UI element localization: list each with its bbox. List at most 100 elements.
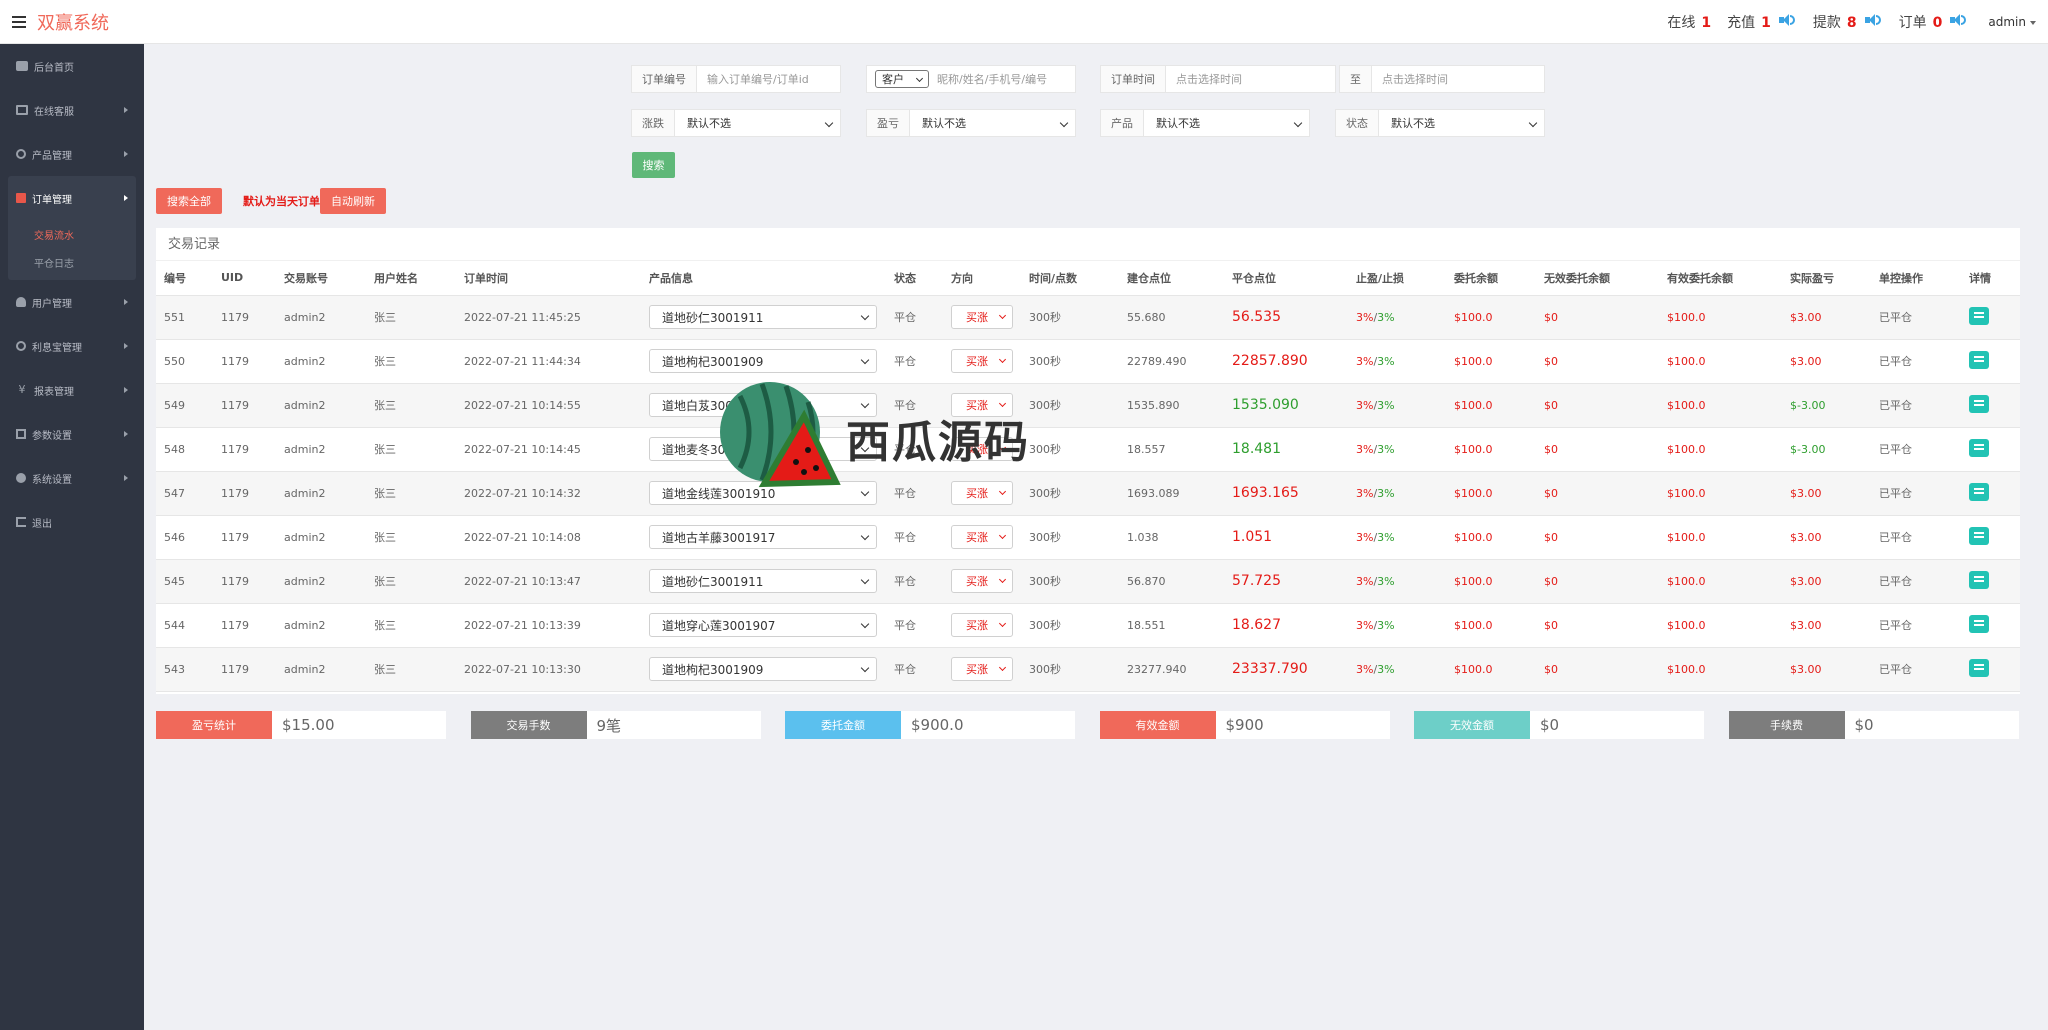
- menu-toggle-icon[interactable]: [0, 0, 38, 44]
- direction-select[interactable]: 买涨: [951, 305, 1013, 329]
- product-select[interactable]: 默认不选: [1144, 110, 1309, 136]
- order-time-label: 订单时间: [1101, 66, 1166, 92]
- sidebar-item[interactable]: 退出: [0, 500, 144, 544]
- cell-tp-sl: 3%/3%: [1348, 339, 1446, 384]
- speaker-icon[interactable]: [1778, 13, 1795, 27]
- cell-direction: 买涨: [943, 559, 1021, 604]
- direction-select[interactable]: 买涨: [951, 349, 1013, 373]
- speaker-icon[interactable]: [1864, 13, 1881, 27]
- direction-select[interactable]: 买涨: [951, 481, 1013, 505]
- customer-input[interactable]: 昵称/姓名/手机号/编号: [935, 66, 1075, 92]
- customer-type-select[interactable]: 客户: [875, 70, 929, 88]
- header-stat[interactable]: 充值 1: [1727, 12, 1805, 32]
- sidebar-item[interactable]: 后台首页: [0, 44, 144, 88]
- cell-time: 2022-07-21 10:13:30: [456, 647, 641, 692]
- product-select[interactable]: 道地砂仁3001911: [649, 305, 877, 329]
- cell-close-price: 18.627: [1224, 603, 1348, 648]
- cell-name: 张三: [366, 559, 456, 604]
- cell-valid-entrust: $100.0: [1659, 603, 1782, 648]
- pnl-select[interactable]: 默认不选: [910, 110, 1075, 136]
- product-select[interactable]: 道地砂仁3001911: [649, 569, 877, 593]
- sidebar-item[interactable]: 系统设置: [0, 456, 144, 500]
- stat-value: 1: [1701, 15, 1712, 31]
- speaker-icon[interactable]: [1950, 13, 1967, 27]
- cell-direction: 买涨: [943, 383, 1021, 428]
- sidebar-item[interactable]: 产品管理: [0, 132, 144, 176]
- cell-entrust: $100.0: [1446, 295, 1536, 340]
- chevron-down-icon: [998, 399, 1007, 408]
- detail-icon[interactable]: [1969, 438, 1989, 457]
- cell-direction: 买涨: [943, 339, 1021, 384]
- sidebar-item[interactable]: ¥ 报表管理: [0, 368, 144, 412]
- sidebar-item[interactable]: 参数设置: [0, 412, 144, 456]
- summary-value: $0: [1844, 711, 2019, 739]
- detail-icon[interactable]: [1969, 658, 1989, 677]
- cell-entrust: $100.0: [1446, 339, 1536, 384]
- default-today-note: 默认为当天订单: [243, 195, 320, 208]
- direction-select[interactable]: 买涨: [951, 613, 1013, 637]
- direction-select[interactable]: 买涨: [951, 657, 1013, 681]
- cell-detail: [1961, 339, 2020, 384]
- time-end-input[interactable]: 点击选择时间: [1372, 66, 1544, 92]
- sidebar-item[interactable]: 利息宝管理: [0, 324, 144, 368]
- detail-icon[interactable]: [1969, 482, 1989, 501]
- summary-item: 盈亏统计 $15.00: [156, 711, 446, 739]
- summary-item: 有效金额 $900: [1099, 711, 1390, 739]
- header-stat[interactable]: 订单 0: [1899, 12, 1977, 32]
- search-button[interactable]: 搜索: [632, 152, 675, 178]
- search-all-button[interactable]: 搜索全部: [156, 188, 222, 214]
- column-header: 平仓点位: [1224, 261, 1348, 296]
- detail-icon[interactable]: [1969, 394, 1989, 413]
- submenu-item[interactable]: 平仓日志: [8, 248, 136, 276]
- cell-uid: 1179: [213, 383, 276, 428]
- time-start-input[interactable]: 点击选择时间: [1166, 66, 1335, 92]
- user-icon: [16, 297, 26, 307]
- product-select[interactable]: 道地枸杞3001909: [649, 349, 877, 373]
- user-menu[interactable]: admin: [1988, 15, 2036, 29]
- cell-detail: [1961, 383, 2020, 428]
- chevron-down-icon: [998, 311, 1007, 320]
- product-select[interactable]: 道地穿心莲3001907: [649, 613, 877, 637]
- product-filter: 产品 默认不选: [1100, 109, 1310, 137]
- detail-icon[interactable]: [1969, 350, 1989, 369]
- direction-select[interactable]: 买涨: [951, 525, 1013, 549]
- detail-icon[interactable]: [1969, 570, 1989, 589]
- product-select[interactable]: 道地枸杞3001909: [649, 657, 877, 681]
- direction-select[interactable]: 买涨: [951, 569, 1013, 593]
- detail-icon[interactable]: [1969, 306, 1989, 325]
- direction-select[interactable]: 买涨: [951, 393, 1013, 417]
- sidebar-item-label: 订单管理: [32, 194, 72, 206]
- status-select[interactable]: 默认不选: [1379, 110, 1544, 136]
- direction-select[interactable]: 买涨: [951, 437, 1013, 461]
- summary-value: $15.00: [272, 711, 446, 739]
- sidebar-item-label: 退出: [32, 518, 52, 530]
- detail-icon[interactable]: [1969, 526, 1989, 545]
- header-stat[interactable]: 提款 8: [1813, 12, 1891, 32]
- product-select[interactable]: 道地麦冬3001906: [649, 437, 877, 461]
- submenu-item[interactable]: 交易流水: [8, 220, 136, 248]
- auto-refresh-button[interactable]: 自动刷新: [320, 188, 386, 214]
- summary-value: $0: [1530, 711, 1704, 739]
- sidebar-item-label: 系统设置: [32, 474, 72, 486]
- header-stat[interactable]: 在线 1: [1667, 12, 1719, 32]
- cell-time: 2022-07-21 10:14:55: [456, 383, 641, 428]
- order-no-input[interactable]: 输入订单编号/订单id: [697, 66, 840, 92]
- sidebar-item[interactable]: 订单管理: [8, 176, 136, 220]
- cell-open-price: 23277.940: [1119, 647, 1224, 692]
- summary-label: 有效金额: [1099, 711, 1216, 739]
- sidebar-item[interactable]: 用户管理: [0, 280, 144, 324]
- sidebar-item[interactable]: 在线客服: [0, 88, 144, 132]
- cell-status: 平仓: [886, 427, 943, 472]
- sidebar-item-label: 参数设置: [32, 430, 72, 442]
- cell-control: 已平仓: [1871, 427, 1961, 472]
- cell-uid: 1179: [213, 515, 276, 560]
- rise-fall-select[interactable]: 默认不选: [675, 110, 840, 136]
- cell-account: admin2: [276, 647, 366, 692]
- product-select[interactable]: 道地金线莲3001910: [649, 481, 877, 505]
- product-select[interactable]: 道地白芨3001908: [649, 393, 877, 417]
- product-select[interactable]: 道地古羊藤3001917: [649, 525, 877, 549]
- detail-icon[interactable]: [1969, 614, 1989, 633]
- cell-status: 平仓: [886, 515, 943, 560]
- column-header: 建仓点位: [1119, 261, 1224, 296]
- take-profit: 3%: [1356, 398, 1374, 412]
